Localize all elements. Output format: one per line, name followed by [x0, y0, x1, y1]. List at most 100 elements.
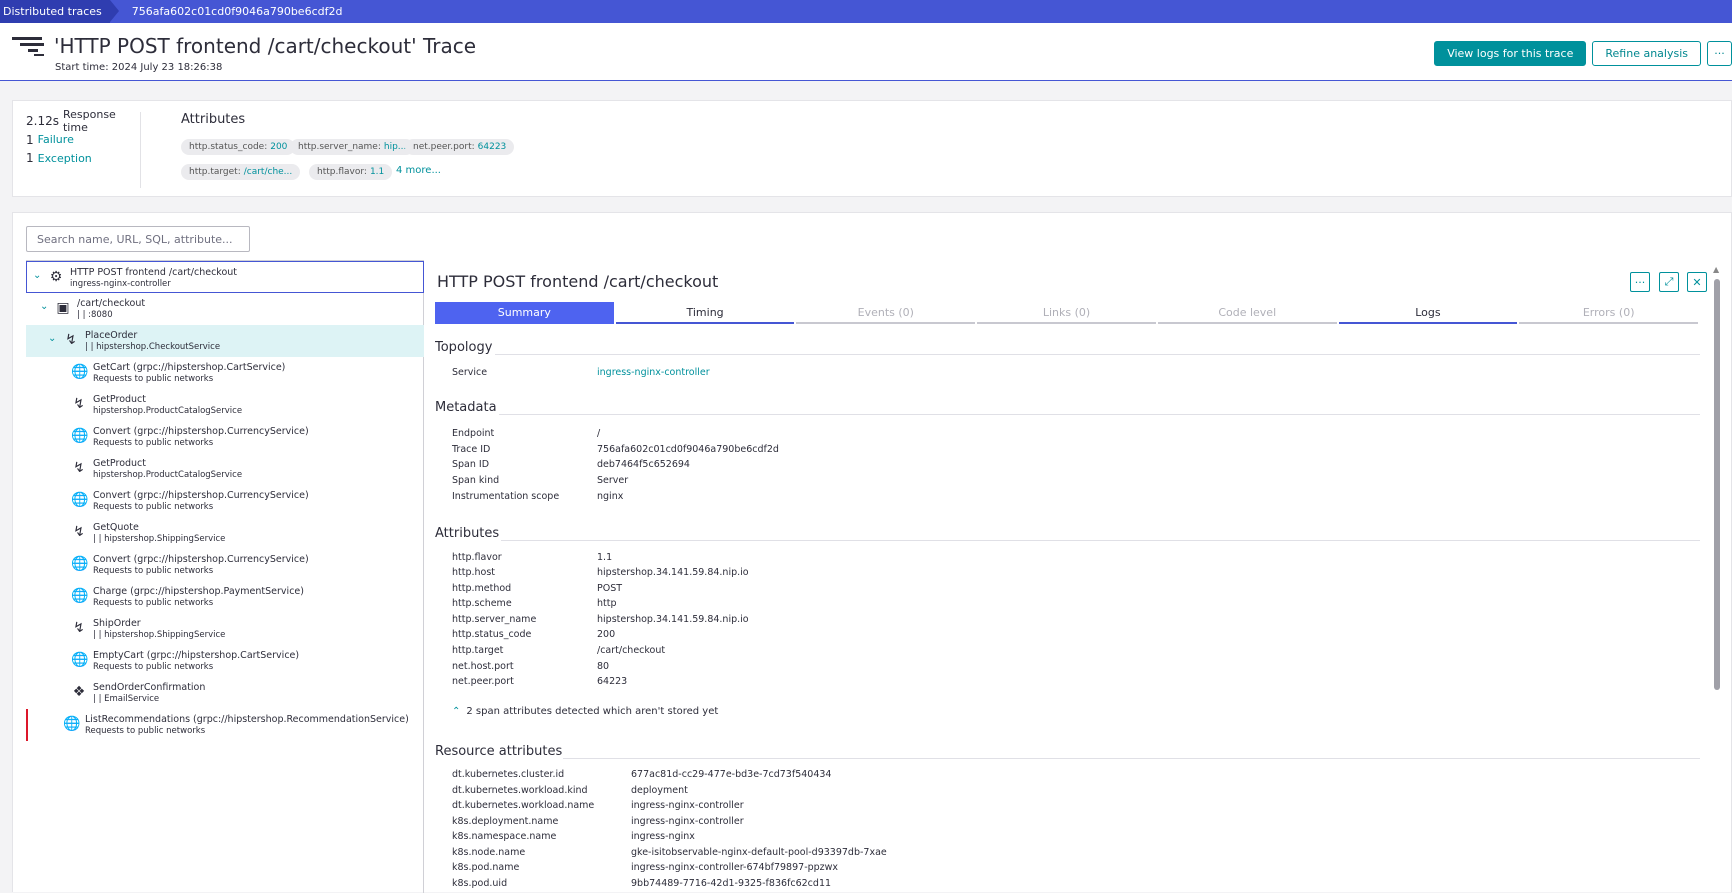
attribute-chip[interactable]: http.target:/cart/che...	[181, 164, 301, 180]
service-link[interactable]: ingress-nginx-controller	[597, 367, 710, 378]
breadcrumb-root-label: Distributed traces	[3, 5, 102, 18]
node-sub: Requests to public networks	[93, 662, 214, 672]
chip-value: 200	[270, 142, 288, 152]
not-stored-note: 2 span attributes detected which aren't …	[466, 706, 719, 717]
tree-node[interactable]: 🌐 ListRecommendations (grpc://hipstersho…	[26, 709, 424, 741]
refine-analysis-button[interactable]: Refine analysis	[1592, 41, 1701, 66]
trace-waterfall-icon	[12, 37, 46, 57]
tree-node[interactable]: ⌄ ⚙ HTTP POST frontend /cart/checkout in…	[26, 261, 424, 293]
node-name: Convert (grpc://hipstershop.CurrencyServ…	[93, 490, 309, 501]
metrics-panel: 2.12s Response time 1 Failure 1 Exception	[26, 108, 141, 188]
attribute-chip[interactable]: net.peer.port: 64223	[405, 139, 515, 155]
service-icon: ↯	[73, 396, 85, 412]
not-stored-attributes-toggle[interactable]: ⌃ 2 span attributes detected which aren't…	[452, 706, 718, 717]
kv-value: nginx	[597, 491, 624, 502]
node-name: GetCart (grpc://hipstershop.CartService)	[93, 362, 286, 373]
globe-icon: 🌐	[63, 716, 81, 732]
container-icon: ▣	[56, 300, 70, 316]
chevron-down-icon[interactable]: ⌄	[40, 301, 48, 312]
tree-node[interactable]: ↯ GetQuote | | hipstershop.ShippingServi…	[26, 517, 424, 549]
kv-value: POST	[597, 583, 623, 594]
chip-key: http.flavor:	[317, 167, 367, 177]
kv-value: 756afa602c01cd0f9046a790be6cdf2d	[597, 444, 779, 455]
scroll-up-icon[interactable]: ▲	[1713, 265, 1719, 274]
summary-card: 2.12s Response time 1 Failure 1 Exception A…	[12, 100, 1732, 197]
kv-value: ingress-nginx-controller	[631, 800, 744, 811]
node-sub: Requests to public networks	[93, 438, 214, 448]
tree-node[interactable]: ❖ SendOrderConfirmation | | EmailService	[26, 677, 424, 709]
tree-node[interactable]: ⌄ ↯ PlaceOrder | | hipstershop.CheckoutS…	[26, 325, 424, 357]
tree-node[interactable]: ↯ ShipOrder | | hipstershop.ShippingServ…	[26, 613, 424, 645]
breadcrumb-trace-id[interactable]: 756afa602c01cd0f9046a790be6cdf2d	[110, 5, 343, 18]
tab-logs[interactable]: Logs	[1338, 302, 1518, 324]
scrollbar-thumb[interactable]	[1714, 279, 1720, 690]
node-name: GetQuote	[93, 522, 139, 533]
more-icon[interactable]: ···	[1630, 272, 1650, 292]
kv-key: http.status_code	[452, 629, 532, 640]
chip-value: hip...	[383, 142, 407, 152]
chevron-down-icon[interactable]: ⌄	[48, 333, 56, 344]
kv-key: net.peer.port	[452, 676, 514, 687]
kv-key: Endpoint	[452, 428, 495, 439]
detail-scrollbar[interactable]: ▲	[1713, 265, 1721, 893]
node-name: ShipOrder	[93, 618, 141, 629]
tab-timing[interactable]: Timing	[615, 302, 795, 324]
trace-main-card: ⌄ ⚙ HTTP POST frontend /cart/checkout in…	[12, 212, 1732, 893]
tree-node[interactable]: ↯ GetProduct hipstershop.ProductCatalogS…	[26, 389, 424, 421]
tree-node[interactable]: 🌐 Convert (grpc://hipstershop.CurrencySe…	[26, 549, 424, 581]
attributes-title: Attributes	[181, 112, 246, 127]
node-sub: Requests to public networks	[93, 566, 214, 576]
tree-node[interactable]: 🌐 EmptyCart (grpc://hipstershop.CartServ…	[26, 645, 424, 677]
kv-key: Span kind	[452, 475, 500, 486]
attribute-chip[interactable]: http.status_code: 200	[181, 139, 296, 155]
search-input[interactable]	[26, 226, 250, 252]
chevron-down-icon[interactable]: ⌄	[33, 270, 41, 281]
tree-node[interactable]: 🌐 Convert (grpc://hipstershop.CurrencySe…	[26, 485, 424, 517]
chevron-up-icon: ⌃	[452, 706, 461, 717]
expand-icon[interactable]: ⤢	[1659, 272, 1679, 292]
kv-key: net.host.port	[452, 661, 514, 672]
tree-node[interactable]: ⌄ ▣ /cart/checkout | | :8080	[26, 293, 424, 325]
kv-key: dt.kubernetes.cluster.id	[452, 769, 565, 780]
start-time: Start time: 2024 July 23 18:26:38	[55, 62, 223, 73]
python-icon: ❖	[72, 684, 86, 700]
failure-link[interactable]: Failure	[38, 133, 74, 146]
node-name: /cart/checkout	[77, 298, 146, 309]
kv-value: deployment	[631, 785, 688, 796]
more-actions-button[interactable]: ···	[1707, 41, 1732, 66]
attribute-chip[interactable]: http.server_name: hip...	[290, 139, 415, 155]
kv-key: k8s.pod.uid	[452, 878, 508, 889]
tree-node[interactable]: 🌐 Charge (grpc://hipstershop.PaymentServ…	[26, 581, 424, 613]
kv-value: 64223	[597, 676, 628, 687]
tree-node[interactable]: 🌐 Convert (grpc://hipstershop.CurrencySe…	[26, 421, 424, 453]
attribute-chip[interactable]: http.flavor: 1.1	[309, 164, 393, 180]
kv-value: ingress-nginx-controller	[631, 816, 744, 827]
kv-value: /	[597, 428, 601, 439]
more-attributes-link[interactable]: 4 more...	[396, 165, 441, 176]
node-name: GetProduct	[93, 394, 147, 405]
tree-node[interactable]: 🌐 GetCart (grpc://hipstershop.CartServic…	[26, 357, 424, 389]
chip-value: 1.1	[369, 167, 385, 177]
close-icon[interactable]: ✕	[1687, 272, 1707, 292]
kv-key: k8s.node.name	[452, 847, 526, 858]
node-sub: | | :8080	[77, 310, 113, 320]
exception-link[interactable]: Exception	[38, 152, 92, 165]
breadcrumb-distributed-traces[interactable]: Distributed traces	[0, 0, 119, 23]
kv-value: 200	[597, 629, 616, 640]
kv-value: Server	[597, 475, 629, 486]
globe-icon: 🌐	[71, 556, 89, 572]
kv-key: http.flavor	[452, 552, 502, 563]
view-logs-button[interactable]: View logs for this trace	[1434, 41, 1587, 66]
tab-errors: Errors (0)	[1519, 302, 1699, 324]
service-icon: ↯	[73, 460, 85, 476]
kv-key: http.host	[452, 567, 496, 578]
kv-key: k8s.namespace.name	[452, 831, 557, 842]
node-sub: hipstershop.ProductCatalogService	[93, 470, 243, 480]
node-name: EmptyCart (grpc://hipstershop.CartServic…	[93, 650, 300, 661]
chip-key: net.peer.port:	[413, 142, 475, 152]
tree-node[interactable]: ↯ GetProduct hipstershop.ProductCatalogS…	[26, 453, 424, 485]
tab-links: Links (0)	[977, 302, 1156, 324]
span-tree: ⌄ ⚙ HTTP POST frontend /cart/checkout in…	[26, 260, 424, 893]
tab-summary[interactable]: Summary	[435, 302, 614, 324]
kv-value: 9bb74489-7716-42d1-9325-f836fc62cd11	[631, 878, 832, 889]
